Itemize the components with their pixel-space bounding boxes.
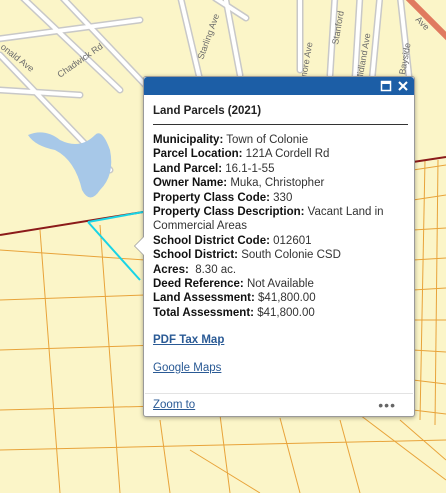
field-value: $41,800.00 [257, 306, 315, 319]
field-school-district: School District: South Colonie CSD [153, 248, 405, 262]
field-label: Property Class Code: [153, 191, 270, 204]
pdf-tax-map-link[interactable]: PDF Tax Map [153, 334, 224, 346]
attribute-list: Municipality: Town of Colonie Parcel Loc… [153, 133, 405, 320]
close-icon[interactable] [395, 78, 411, 94]
field-property-class-description: Property Class Description: Vacant Land … [153, 205, 405, 234]
field-school-district-code: School District Code: 012601 [153, 234, 405, 248]
field-value: Muka, Christopher [230, 177, 325, 190]
field-label: School District Code: [153, 234, 270, 247]
field-label: Acres: [153, 263, 189, 276]
field-label: Land Parcel: [153, 162, 223, 175]
field-value: Town of Colonie [226, 134, 309, 146]
field-label: Municipality: [153, 134, 224, 146]
field-label: Owner Name: [153, 177, 228, 190]
field-deed-reference: Deed Reference: Not Available [153, 277, 405, 291]
field-label: Property Class Description: [153, 206, 305, 219]
popup-title: Land Parcels (2021) [153, 105, 262, 117]
field-value: South Colonie CSD [241, 249, 341, 262]
field-land-assessment: Land Assessment: $41,800.00 [153, 291, 405, 305]
title-divider [153, 124, 408, 125]
field-label: Land Assessment: [153, 292, 255, 305]
maximize-icon[interactable] [378, 78, 394, 94]
field-label: Parcel Location: [153, 148, 243, 161]
popup-pointer [134, 236, 144, 256]
parcel-info-popup: Land Parcels (2021) Municipality: Town o… [134, 76, 415, 417]
field-total-assessment: Total Assessment: $41,800.00 [153, 306, 405, 320]
field-parcel-location: Parcel Location: 121A Cordell Rd [153, 147, 405, 161]
field-label: Deed Reference: [153, 278, 244, 291]
field-owner-name: Owner Name: Muka, Christopher [153, 176, 405, 190]
field-value: 8.30 ac. [195, 263, 237, 276]
field-value: 012601 [273, 234, 312, 247]
field-value: 16.1-1-55 [225, 162, 275, 175]
field-value: Not Available [246, 278, 314, 291]
field-value: 121A Cordell Rd [245, 148, 330, 161]
field-value: $41,800.00 [258, 292, 316, 305]
field-value: 330 [273, 191, 293, 204]
field-property-class-code: Property Class Code: 330 [153, 191, 405, 205]
field-land-parcel: Land Parcel: 16.1-1-55 [153, 162, 405, 176]
zoom-to-link[interactable]: Zoom to [153, 399, 195, 411]
footer-divider [145, 393, 413, 394]
field-label: School District: [153, 249, 238, 262]
google-maps-link[interactable]: Google Maps [153, 362, 221, 374]
field-acres: Acres: 8.30 ac. [153, 263, 405, 277]
more-options-icon[interactable]: ••• [378, 397, 396, 413]
field-municipality: Municipality: Town of Colonie [153, 133, 405, 147]
popup-header [144, 77, 414, 95]
field-label: Total Assessment: [153, 306, 254, 319]
